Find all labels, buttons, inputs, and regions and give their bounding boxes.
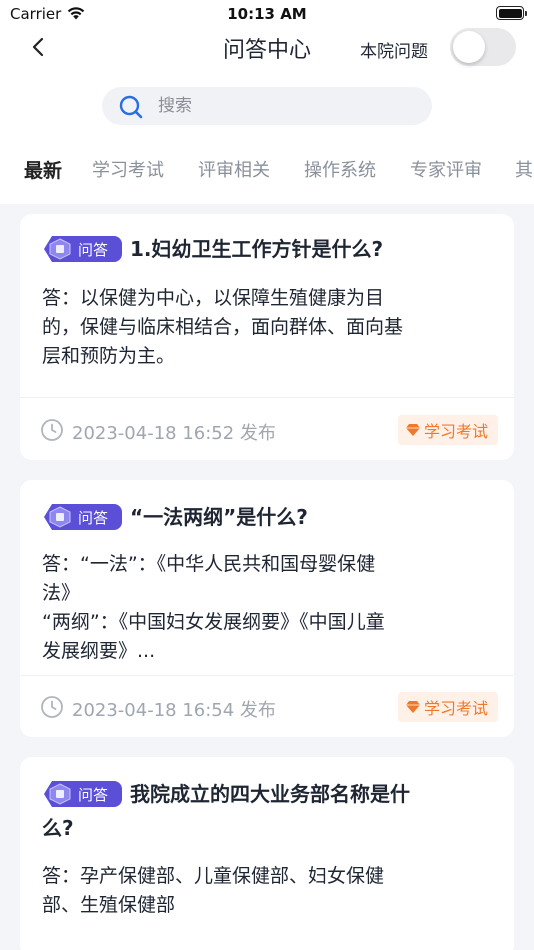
tab-latest[interactable]: 最新 bbox=[24, 156, 62, 183]
battery-icon bbox=[496, 6, 527, 20]
answer-line: “两纲”：《中国妇女发展纲要》《中国儿童 bbox=[42, 611, 385, 633]
toggle-knob bbox=[453, 31, 485, 63]
qa-card[interactable]: 问答 我院成立的四大业务部名称是什 么? 答：孕产保健部、儿童保健部、妇女保健 … bbox=[20, 757, 514, 950]
question-title: “一法两纲”是什么? bbox=[130, 505, 308, 529]
answer-line: 答：以保健为中心，以保障生殖健康为目 bbox=[42, 287, 385, 309]
answer-text: 答：“一法”：《中华人民共和国母婴保健 法》 “两纲”：《中国妇女发展纲要》《中… bbox=[42, 550, 494, 666]
divider bbox=[20, 397, 514, 398]
answer-line: 部、生殖保健部 bbox=[42, 894, 176, 916]
question-title: 我院成立的四大业务部名称是什 bbox=[130, 782, 410, 806]
category-tag[interactable]: 学习考试 bbox=[397, 415, 498, 445]
tab-study-exam[interactable]: 学习考试 bbox=[92, 156, 164, 182]
category-tag[interactable]: 学习考试 bbox=[397, 692, 498, 722]
qa-card[interactable]: 问答 1.妇幼卫生工作方针是什么? 答：以保健为中心，以保障生殖健康为目 的，保… bbox=[20, 214, 514, 460]
tab-other[interactable]: 其 bbox=[515, 156, 533, 182]
category-tabs: 最新 学习考试 评审相关 操作系统 专家评审 其 bbox=[24, 156, 534, 186]
question-title-continued: 么? bbox=[42, 816, 74, 840]
clock-icon bbox=[41, 696, 63, 718]
qa-badge-label: 问答 bbox=[78, 509, 109, 527]
nav-bar: 问答中心 本院问题 bbox=[0, 28, 534, 68]
hospital-questions-label: 本院问题 bbox=[360, 42, 428, 62]
tab-review[interactable]: 评审相关 bbox=[198, 156, 270, 182]
qa-badge: 问答 bbox=[44, 781, 122, 807]
category-tag-label: 学习考试 bbox=[423, 699, 488, 718]
tab-operating-system[interactable]: 操作系统 bbox=[304, 156, 376, 182]
answer-line: 答：孕产保健部、儿童保健部、妇女保健 bbox=[42, 865, 385, 887]
answer-line: 层和预防为主。 bbox=[42, 345, 176, 367]
qa-badge: 问答 bbox=[44, 504, 122, 530]
hospital-questions-toggle[interactable] bbox=[450, 28, 516, 66]
diamond-icon bbox=[405, 424, 420, 436]
answer-text: 答：以保健为中心，以保障生殖健康为目 的，保健与临床相结合，面向群体、面向基 层… bbox=[42, 284, 494, 371]
answer-line: 发展纲要》... bbox=[42, 640, 156, 662]
category-tag-label: 学习考试 bbox=[423, 422, 488, 441]
diamond-icon bbox=[405, 701, 420, 713]
answer-line: 答：“一法”：《中华人民共和国母婴保健 bbox=[42, 553, 376, 575]
tab-expert-review[interactable]: 专家评审 bbox=[410, 156, 482, 182]
publish-date: 2023-04-18 16:52 发布 bbox=[72, 423, 276, 444]
search-icon bbox=[119, 95, 143, 119]
answer-line: 的，保健与临床相结合，面向群体、面向基 bbox=[42, 316, 404, 338]
question-title: 1.妇幼卫生工作方针是什么? bbox=[130, 237, 384, 261]
qa-card[interactable]: 问答 “一法两纲”是什么? 答：“一法”：《中华人民共和国母婴保健 法》 “两纲… bbox=[20, 480, 514, 737]
answer-text: 答：孕产保健部、儿童保健部、妇女保健 部、生殖保健部 bbox=[42, 862, 494, 920]
clock-icon bbox=[41, 419, 63, 441]
publish-date: 2023-04-18 16:54 发布 bbox=[72, 700, 276, 721]
answer-line: 法》 bbox=[42, 582, 81, 604]
qa-badge: 问答 bbox=[44, 236, 122, 262]
search-input[interactable] bbox=[158, 87, 418, 125]
search-bar[interactable] bbox=[102, 87, 432, 125]
status-bar: Carrier 10:13 AM bbox=[0, 0, 534, 28]
divider bbox=[20, 675, 514, 676]
qa-badge-label: 问答 bbox=[78, 786, 109, 804]
qa-badge-label: 问答 bbox=[78, 241, 109, 259]
status-time: 10:13 AM bbox=[227, 5, 307, 23]
